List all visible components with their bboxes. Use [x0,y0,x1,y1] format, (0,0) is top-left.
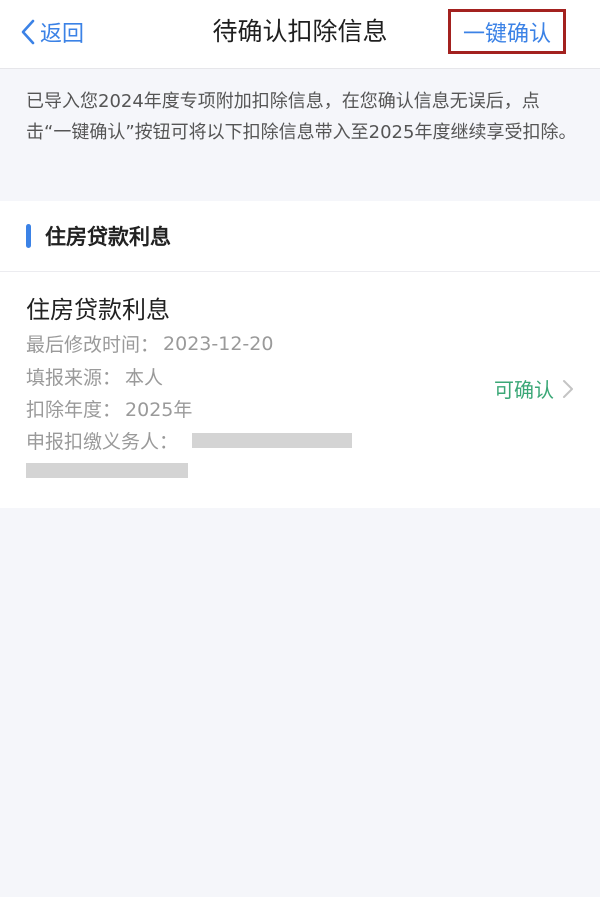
confirm-all-button[interactable]: 一键确认 [448,9,566,54]
year-label: 扣除年度： [26,399,122,421]
modified-row: 最后修改时间： 2023-12-20 [26,330,273,357]
section-title: 住房贷款利息 [45,225,171,249]
chevron-left-icon [21,19,35,45]
deduction-card[interactable]: 住房贷款利息 最后修改时间： 2023-12-20 填报来源： 本人 扣除年度：… [0,272,600,508]
agent-label: 申报扣缴义务人： [26,431,179,453]
source-row: 填报来源： 本人 [26,363,163,390]
navbar: 返回 待确认扣除信息 一键确认 [0,0,600,69]
modified-label: 最后修改时间： [26,334,160,356]
year-value: 2025年 [125,399,193,421]
status-label: 可确认 [494,378,554,402]
confirm-all-label: 一键确认 [462,21,551,47]
back-label: 返回 [40,22,85,47]
year-row: 扣除年度： 2025年 [26,395,192,422]
chevron-right-icon [563,379,573,398]
redacted-agent-name [192,433,353,448]
card-title: 住房贷款利息 [26,296,170,324]
page: 返回 待确认扣除信息 一键确认 已导入您2024年度专项附加扣除信息，在您确认信… [0,0,600,897]
source-value: 本人 [125,367,164,389]
status-confirmable[interactable]: 可确认 [494,374,574,403]
source-label: 填报来源： [26,367,122,389]
redacted-agent-name-line2 [26,463,188,478]
notice-text: 已导入您2024年度专项附加扣除信息，在您确认信息无误后，点击“一键确认”按钮可… [26,91,577,143]
modified-value: 2023-12-20 [163,332,274,355]
section-accent-bar [26,224,31,248]
back-button[interactable]: 返回 [20,14,84,50]
section-header: 住房贷款利息 [0,201,600,272]
agent-row-continued [26,463,188,478]
agent-row: 申报扣缴义务人： [26,427,353,454]
